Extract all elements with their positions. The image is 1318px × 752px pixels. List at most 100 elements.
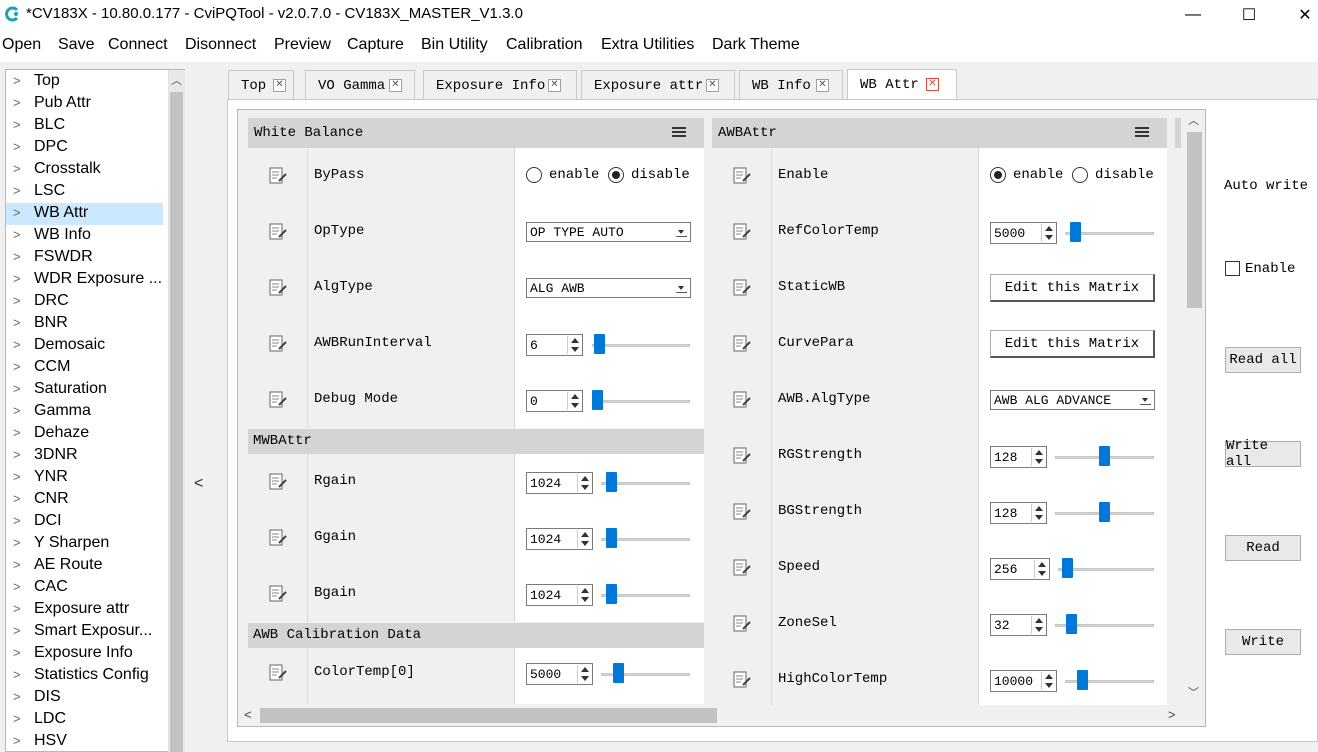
sidebar-item-ldc[interactable]: > LDC xyxy=(6,709,163,731)
edit-param-icon[interactable] xyxy=(268,528,288,547)
slider-handle[interactable] xyxy=(613,663,624,683)
slider-handle[interactable] xyxy=(592,390,603,410)
sidebar-item-blc[interactable]: > BLC xyxy=(6,115,163,137)
edit-param-icon[interactable] xyxy=(268,390,288,409)
menu-open[interactable]: Open xyxy=(2,36,41,54)
menu-calibration[interactable]: Calibration xyxy=(506,36,582,54)
menu-save[interactable]: Save xyxy=(58,36,94,54)
edit-param-icon[interactable] xyxy=(732,222,752,241)
horizontal-scroll-thumb[interactable] xyxy=(260,708,717,723)
spin-arrows-icon[interactable] xyxy=(1031,504,1045,522)
close-tab-icon[interactable]: ✕ xyxy=(273,79,286,92)
spin-arrows-icon[interactable] xyxy=(1034,560,1048,578)
rgain-spinbox[interactable]: 1024 xyxy=(526,472,593,494)
slider-handle[interactable] xyxy=(1077,670,1088,690)
edit-param-icon[interactable] xyxy=(732,558,752,577)
spin-arrows-icon[interactable] xyxy=(1031,448,1045,466)
edit-param-icon[interactable] xyxy=(268,663,288,682)
sidebar-item-dehaze[interactable]: > Dehaze xyxy=(6,423,163,445)
sidebar-item-statistics-config[interactable]: > Statistics Config xyxy=(6,665,163,687)
edit-param-icon[interactable] xyxy=(732,390,752,409)
tab-top[interactable]: Top ✕ xyxy=(228,70,294,100)
tab-exposure-info[interactable]: Exposure Info ✕ xyxy=(423,70,577,100)
sidebar-item-exposure-info[interactable]: > Exposure Info xyxy=(6,643,163,665)
sidebar-item-dis[interactable]: > DIS xyxy=(6,687,163,709)
sidebar-item-exposure-attr[interactable]: > Exposure attr xyxy=(6,599,163,621)
spin-arrows-icon[interactable] xyxy=(567,392,581,410)
spin-arrows-icon[interactable] xyxy=(577,530,591,548)
sidebar-item-demosaic[interactable]: > Demosaic xyxy=(6,335,163,357)
close-tab-icon[interactable]: ✕ xyxy=(389,79,402,92)
slider-handle[interactable] xyxy=(606,472,617,492)
edit-param-icon[interactable] xyxy=(732,670,752,689)
edit-staticwb-matrix-button[interactable]: Edit this Matrix xyxy=(990,274,1155,302)
edit-param-icon[interactable] xyxy=(732,502,752,521)
optype-dropdown[interactable]: OP TYPE AUTO xyxy=(526,222,691,242)
menu-extra-utilities[interactable]: Extra Utilities xyxy=(601,36,694,54)
speed-spinbox[interactable]: 256 xyxy=(990,558,1050,580)
tab-wb-info[interactable]: WB Info ✕ xyxy=(739,70,843,100)
slider-handle[interactable] xyxy=(594,334,605,354)
close-tab-icon[interactable]: ✕ xyxy=(816,79,829,92)
edit-param-icon[interactable] xyxy=(268,472,288,491)
write-button[interactable]: Write xyxy=(1225,629,1301,655)
sidebar-item-lsc[interactable]: > LSC xyxy=(6,181,163,203)
collapse-sidebar-icon[interactable]: < xyxy=(194,475,203,493)
slider-handle[interactable] xyxy=(1066,614,1077,634)
edit-param-icon[interactable] xyxy=(732,446,752,465)
tab-wb-attr[interactable]: WB Attr ✕ xyxy=(847,69,957,100)
spin-arrows-icon[interactable] xyxy=(577,665,591,683)
sidebar-item-ynr[interactable]: > YNR xyxy=(6,467,163,489)
rgstrength-spinbox[interactable]: 128 xyxy=(990,446,1047,468)
debug-mode-spinbox[interactable]: 0 xyxy=(526,390,583,412)
edit-param-icon[interactable] xyxy=(732,334,752,353)
spin-arrows-icon[interactable] xyxy=(567,336,581,354)
vertical-scroll-thumb[interactable] xyxy=(1187,132,1202,308)
sidebar-scroll-thumb[interactable] xyxy=(170,92,183,752)
read-all-button[interactable]: Read all xyxy=(1225,347,1301,373)
colortemp0-spinbox[interactable]: 5000 xyxy=(526,663,593,685)
edit-param-icon[interactable] xyxy=(732,614,752,633)
edit-param-icon[interactable] xyxy=(268,334,288,353)
slider-handle[interactable] xyxy=(1099,446,1110,466)
slider-handle[interactable] xyxy=(606,584,617,604)
bgain-spinbox[interactable]: 1024 xyxy=(526,584,593,606)
sidebar-item-gamma[interactable]: > Gamma xyxy=(6,401,163,423)
chevron-up-icon[interactable]: ︿ xyxy=(170,72,183,88)
sidebar-item-dci[interactable]: > DCI xyxy=(6,511,163,533)
edit-param-icon[interactable] xyxy=(268,166,288,185)
bgstrength-spinbox[interactable]: 128 xyxy=(990,502,1047,524)
chevron-down-icon[interactable]: ﹀ xyxy=(1188,684,1199,700)
spin-arrows-icon[interactable] xyxy=(577,586,591,604)
edit-param-icon[interactable] xyxy=(268,584,288,603)
sidebar-item-pub-attr[interactable]: > Pub Attr xyxy=(6,93,163,115)
read-button[interactable]: Read xyxy=(1225,535,1301,561)
edit-param-icon[interactable] xyxy=(268,278,288,297)
spin-arrows-icon[interactable] xyxy=(1041,672,1055,690)
sidebar-item-cac[interactable]: > CAC xyxy=(6,577,163,599)
menu-connect[interactable]: Connect xyxy=(108,36,168,54)
edit-param-icon[interactable] xyxy=(732,278,752,297)
edit-param-icon[interactable] xyxy=(732,166,752,185)
sidebar-item-smart-exposure[interactable]: > Smart Exposur... xyxy=(6,621,163,643)
sidebar-item-ccm[interactable]: > CCM xyxy=(6,357,163,379)
awb-disable-radio[interactable] xyxy=(1072,167,1088,183)
close-tab-icon[interactable]: ✕ xyxy=(548,79,561,92)
highcolortemp-spinbox[interactable]: 10000 xyxy=(990,670,1057,692)
menu-disconnect[interactable]: Disonnect xyxy=(185,36,256,54)
awb-enable-radio[interactable] xyxy=(990,167,1006,183)
sidebar-item-wdr-exposure[interactable]: > WDR Exposure ... xyxy=(6,269,163,291)
edit-param-icon[interactable] xyxy=(268,222,288,241)
algtype-dropdown[interactable]: ALG AWB xyxy=(526,278,691,298)
refcolortemp-spinbox[interactable]: 5000 xyxy=(990,222,1057,244)
tab-exposure-attr[interactable]: Exposure attr ✕ xyxy=(581,70,735,100)
close-button[interactable]: ✕ xyxy=(1282,0,1318,30)
sidebar-item-saturation[interactable]: > Saturation xyxy=(6,379,163,401)
minimize-button[interactable]: — xyxy=(1170,0,1216,30)
close-tab-icon[interactable]: ✕ xyxy=(926,78,939,91)
sidebar-item-wb-attr[interactable]: > WB Attr xyxy=(6,203,163,225)
maximize-button[interactable]: ☐ xyxy=(1226,0,1272,30)
sidebar-item-top[interactable]: > Top xyxy=(6,71,163,93)
sidebar-item-drc[interactable]: > DRC xyxy=(6,291,163,313)
auto-write-enable-checkbox[interactable] xyxy=(1225,261,1240,276)
